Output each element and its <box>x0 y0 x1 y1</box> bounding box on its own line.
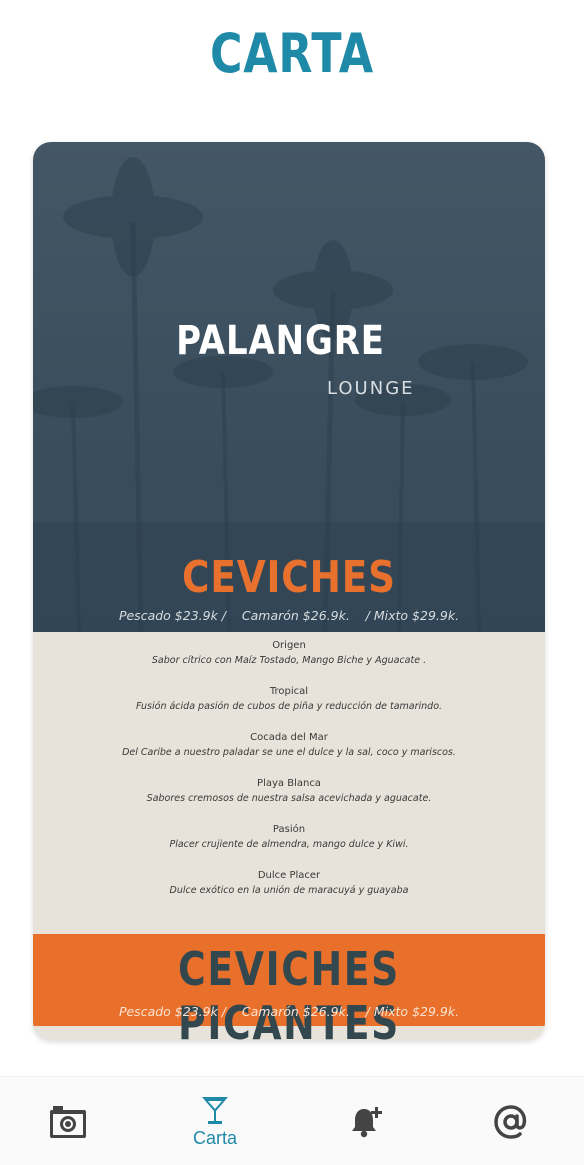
item-name: Dulce Placer <box>257 870 321 881</box>
at-sign-icon <box>494 1104 527 1139</box>
nav-item-notifications[interactable] <box>316 1077 416 1165</box>
item-description: Placer crujiente de almendra, mango dulc… <box>169 839 409 850</box>
ceviches-heading: CEVICHES <box>182 552 396 603</box>
item-name: Pasión <box>272 824 306 835</box>
brand-subtitle: LOUNGE <box>327 378 415 399</box>
bottom-nav: Carta <box>0 1076 584 1165</box>
bell-plus-icon <box>352 1106 382 1137</box>
item-description: Dulce exótico en la unión de maracuyá y … <box>169 885 409 896</box>
list-item: Playa Blanca Sabores cremosos de nuestra… <box>33 776 545 822</box>
nav-item-camera[interactable] <box>18 1077 118 1165</box>
ceviches-prices: Pescado $23.9k / Camarón $26.9k. / Mixto… <box>118 608 460 623</box>
item-description: Fusión ácida pasión de cubos de piña y r… <box>135 701 443 712</box>
menu-image[interactable]: PALANGRE LOUNGE CEVICHES Pescado $23.9k … <box>33 142 545 1040</box>
cocktail-icon <box>202 1097 228 1124</box>
item-name: Origen <box>272 640 306 651</box>
item-name: Playa Blanca <box>257 778 321 789</box>
ceviches-list: Origen Sabor cítrico con Maíz Tostado, M… <box>33 638 545 914</box>
list-item: Origen Sabor cítrico con Maíz Tostado, M… <box>33 638 545 684</box>
list-item: Cocada del Mar Del Caribe a nuestro pala… <box>33 730 545 776</box>
ceviches-picantes-prices: Pescado $23.9k / Camarón $26.9k. / Mixto… <box>118 1004 460 1019</box>
item-name: Cocada del Mar <box>250 732 328 743</box>
brand-name: PALANGRE <box>176 318 385 364</box>
item-description: Sabor cítrico con Maíz Tostado, Mango Bi… <box>151 655 427 666</box>
item-description: Del Caribe a nuestro paladar se une el d… <box>122 747 456 758</box>
ceviches-picantes-band: CEVICHES PICANTES Pescado $23.9k / Camar… <box>33 934 545 1040</box>
list-item: Tropical Fusión ácida pasión de cubos de… <box>33 684 545 730</box>
item-description: Sabores cremosos de nuestra salsa acevic… <box>146 793 432 804</box>
list-item: Pasión Placer crujiente de almendra, man… <box>33 822 545 868</box>
list-item: Dulce Placer Dulce exótico en la unión d… <box>33 868 545 914</box>
nav-item-contact[interactable] <box>461 1077 561 1165</box>
menu-hero: PALANGRE LOUNGE CEVICHES Pescado $23.9k … <box>33 142 545 632</box>
nav-item-label: Carta <box>192 1128 237 1148</box>
item-name: Tropical <box>269 686 309 697</box>
nav-item-carta[interactable]: Carta <box>165 1077 265 1165</box>
camera-icon <box>50 1105 86 1138</box>
page-title: CARTA <box>209 22 374 85</box>
ceviches-picantes-heading: CEVICHES PICANTES <box>178 942 400 1040</box>
